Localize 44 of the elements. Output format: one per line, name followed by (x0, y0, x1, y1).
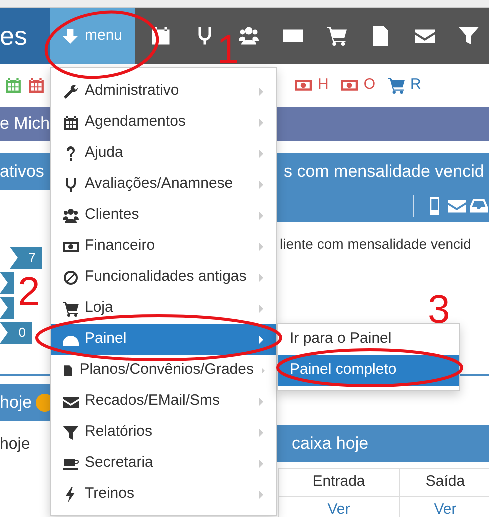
toolbar-letter[interactable]: R (410, 74, 422, 96)
menu-item[interactable]: Planos/Convênios/Grades (51, 355, 276, 386)
calendar-icon (5, 76, 22, 94)
arrow-down-icon (62, 28, 79, 44)
users-icon (63, 208, 79, 224)
menu-item[interactable]: Agendamentos (51, 107, 276, 138)
filter-icon[interactable] (459, 26, 479, 46)
users-icon[interactable] (239, 26, 259, 46)
count-badge: 0 (0, 322, 32, 344)
document-icon (63, 362, 74, 378)
menu-item[interactable]: Treinos (51, 479, 276, 510)
wrench-icon (63, 84, 79, 100)
menu-item[interactable]: Painel (51, 324, 276, 355)
ban-icon (63, 270, 79, 286)
count-badge: 7 (10, 247, 42, 269)
menu-item[interactable]: Clientes (51, 200, 276, 231)
cart-icon[interactable] (327, 26, 347, 46)
brand-text: es (0, 8, 50, 64)
annotation-number: 2 (18, 272, 40, 312)
user-name: e Mich (0, 113, 50, 136)
document-icon[interactable] (371, 26, 391, 46)
menu-item[interactable]: Loja (51, 293, 276, 324)
filter-icon (63, 424, 79, 440)
badge-shape (0, 272, 14, 294)
calendar-icon (28, 76, 45, 94)
annotation-number: 1 (217, 30, 240, 70)
menu-item[interactable]: Financeiro (51, 231, 276, 262)
calendar-icon (63, 114, 79, 130)
badge-shape (0, 297, 14, 319)
toolbar-letter[interactable]: H (318, 74, 329, 96)
column-header: Saída (400, 468, 489, 496)
panel-text: hoje (0, 435, 32, 455)
toolbar-letter[interactable]: O (364, 74, 376, 96)
table-link[interactable]: Ver (278, 496, 400, 517)
stethoscope-icon (63, 176, 79, 192)
cart-icon (388, 76, 405, 94)
menu-item[interactable]: Funcionalidades antigas (51, 262, 276, 293)
panel-text: liente com mensalidade vencid (279, 235, 472, 254)
cart-icon (63, 300, 79, 316)
menu-item[interactable]: Recados/EMail/Sms (51, 386, 276, 417)
inbox-icon[interactable] (470, 197, 488, 215)
column-header: Entrada (278, 468, 400, 496)
menu-item[interactable]: Administrativo (51, 76, 276, 107)
panel-title: hoje (0, 392, 32, 414)
